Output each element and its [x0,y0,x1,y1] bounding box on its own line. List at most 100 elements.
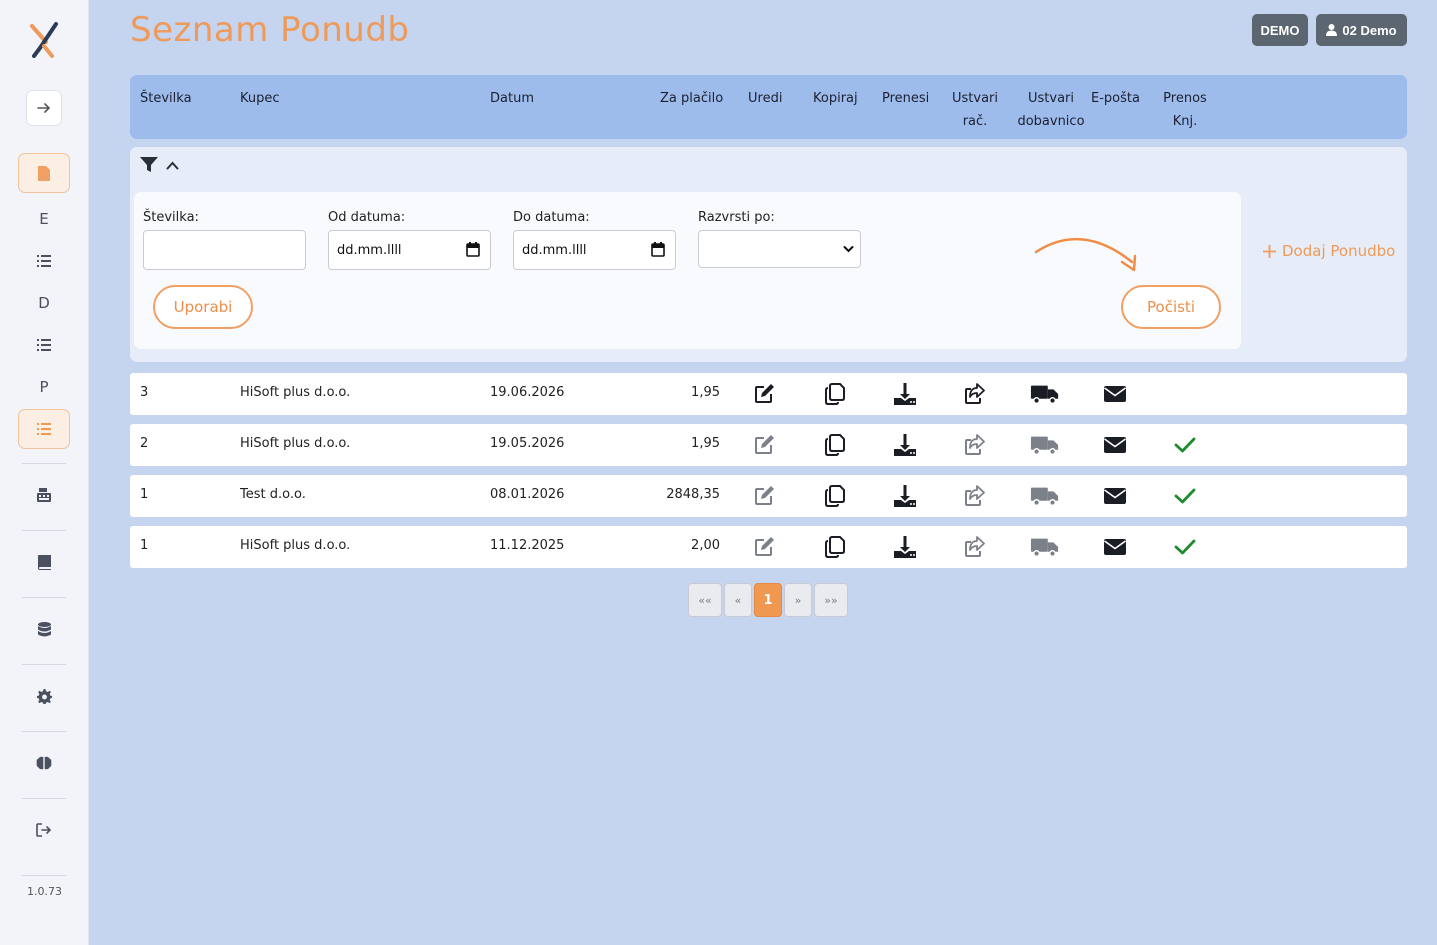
row-za-placilo: 2848,35 [666,487,720,502]
filter-icon [140,157,158,172]
copy-icon[interactable] [823,535,847,559]
demo-badge[interactable]: DEMO [1252,14,1308,46]
download-icon[interactable] [893,535,917,559]
col-uredi: Uredi [748,91,783,106]
download-icon[interactable] [893,433,917,457]
pagination: «« « 1 » »» [688,583,848,617]
share-icon[interactable] [962,484,986,508]
truck-icon[interactable] [1030,433,1060,457]
apply-filter-button[interactable]: Uporabi [153,285,253,329]
edit-icon[interactable] [752,535,776,559]
col-ustvari-rac: Ustvari rač. [951,91,998,129]
clear-filter-button[interactable]: Počisti [1121,285,1221,329]
nav-d[interactable]: D [18,283,70,323]
mail-icon[interactable] [1103,382,1127,406]
pagination-last[interactable]: »» [814,583,848,617]
col-prenos-knj: Prenos Knj. [1163,91,1207,129]
list-icon [37,255,51,267]
chevron-down-icon [843,246,854,253]
user-menu-button[interactable]: 02 Demo [1316,14,1407,46]
check-icon [1173,535,1197,559]
download-icon[interactable] [893,484,917,508]
truck-icon[interactable] [1030,382,1060,406]
mail-icon[interactable] [1103,433,1127,457]
pagination-prev[interactable]: « [724,583,752,617]
edit-icon[interactable] [752,484,776,508]
row-datum: 08.01.2026 [490,487,565,502]
download-icon[interactable] [893,382,917,406]
nav-documents[interactable] [18,153,70,193]
nav-cash-register[interactable] [18,475,70,515]
demo-label: DEMO [1260,22,1300,38]
nav-e[interactable]: E [18,199,70,239]
table-row[interactable]: 1 HiSoft plus d.o.o. 11.12.2025 2,00 [130,526,1407,568]
pagination-current[interactable]: 1 [754,583,782,617]
copy-icon[interactable] [823,484,847,508]
nav-p[interactable]: P [18,367,70,407]
nav-database[interactable] [18,609,70,649]
col-prenesi: Prenesi [882,91,930,106]
razvrsti-label: Razvrsti po: [698,210,775,225]
row-stevilka: 2 [140,436,149,451]
nav-logout[interactable] [18,810,70,850]
razvrsti-select[interactable] [698,230,861,268]
nav-settings[interactable] [18,676,70,716]
chevron-up-icon [166,161,179,169]
add-offer-button[interactable]: Dodaj Ponudbo [1263,242,1395,260]
copy-icon[interactable] [823,433,847,457]
add-offer-label: Dodaj Ponudbo [1282,242,1396,260]
mail-icon[interactable] [1103,484,1127,508]
table-row[interactable]: 2 HiSoft plus d.o.o. 19.05.2026 1,95 [130,424,1407,466]
copy-icon[interactable] [823,382,847,406]
table-row[interactable]: 3 HiSoft plus d.o.o. 19.06.2026 1,95 [130,373,1407,415]
brain-icon [36,756,52,770]
share-icon[interactable] [962,535,986,559]
filter-toggle[interactable] [140,157,179,173]
pagination-first[interactable]: «« [688,583,722,617]
list-icon [37,423,51,435]
col-kupec[interactable]: Kupec [240,87,280,110]
col-eposta: E-pošta [1091,91,1140,106]
row-za-placilo: 1,95 [691,436,720,451]
row-stevilka: 1 [140,538,149,553]
do-datuma-input[interactable]: dd.mm.llll [513,230,676,270]
col-stevilka[interactable]: Številka [140,87,192,110]
nav-book[interactable] [18,542,70,582]
col-kopiraj: Kopiraj [813,91,858,106]
nav-e-list[interactable] [18,241,70,281]
share-icon[interactable] [962,382,986,406]
expand-sidebar-button[interactable] [26,90,62,126]
page-title: Seznam Ponudb [130,10,410,50]
document-icon [38,165,50,181]
calendar-icon[interactable] [651,242,665,257]
truck-icon[interactable] [1030,535,1060,559]
calendar-icon[interactable] [466,242,480,257]
table-row[interactable]: 1 Test d.o.o. 08.01.2026 2848,35 [130,475,1407,517]
row-za-placilo: 2,00 [691,538,720,553]
nav-p-list[interactable] [18,409,70,449]
col-datum[interactable]: Datum [490,87,534,110]
row-za-placilo: 1,95 [691,385,720,400]
mail-icon[interactable] [1103,535,1127,559]
truck-icon[interactable] [1030,484,1060,508]
stevilka-label: Številka: [143,210,199,225]
od-datuma-input[interactable]: dd.mm.llll [328,230,491,270]
col-za-placilo[interactable]: Za plačilo [660,87,723,110]
stevilka-input[interactable] [143,230,306,270]
nav-d-list[interactable] [18,325,70,365]
row-kupec: HiSoft plus d.o.o. [240,436,351,451]
row-datum: 19.05.2026 [490,436,565,451]
od-datuma-label: Od datuma: [328,210,406,225]
filter-panel: Številka: Od datuma: dd.mm.llll Do datum… [130,147,1407,362]
edit-icon[interactable] [752,382,776,406]
nav-brain[interactable] [18,743,70,783]
row-datum: 11.12.2025 [490,538,565,553]
book-icon [37,554,51,570]
sidebar-divider [22,463,66,464]
pagination-next[interactable]: » [784,583,812,617]
share-icon[interactable] [962,433,986,457]
row-kupec: HiSoft plus d.o.o. [240,385,351,400]
edit-icon[interactable] [752,433,776,457]
sidebar-divider [22,875,66,876]
check-icon [1173,484,1197,508]
